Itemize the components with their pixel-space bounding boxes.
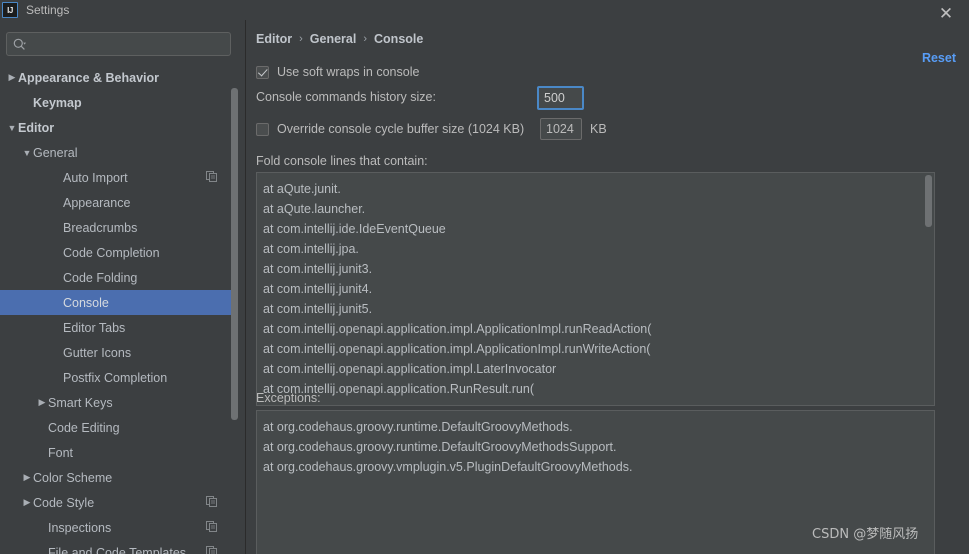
sidebar-item-label: Gutter Icons <box>63 345 132 360</box>
breadcrumb-item-editor[interactable]: Editor <box>256 32 292 46</box>
sidebar-item-label: Code Style <box>33 495 95 510</box>
window-title: Settings <box>26 3 70 17</box>
sidebar-item-color-scheme[interactable]: ▶ Color Scheme <box>0 465 245 490</box>
fold-list-items: at aQute.junit. at aQute.launcher. at com.… <box>257 173 934 405</box>
sidebar-item-label: Inspections <box>48 520 112 535</box>
breadcrumb-separator-icon: › <box>363 33 368 45</box>
settings-sidebar: ▶Appearance & Behavior▶Keymap▼Editor▼Gen… <box>0 20 245 554</box>
sidebar-item-code-editing[interactable]: ▶Code Editing <box>0 415 245 440</box>
chevron-right-icon[interactable]: ▶ <box>36 397 48 409</box>
breadcrumb-separator-icon: › <box>299 33 303 45</box>
sidebar-item-console[interactable]: ▶Console <box>0 290 238 315</box>
sidebar-item-label: Auto Import <box>63 170 128 185</box>
sidebar-item-label: Font <box>48 445 74 460</box>
chevron-down-icon[interactable]: ▼ <box>21 147 33 159</box>
search-input[interactable] <box>31 34 230 54</box>
sidebar-item-gutter-icons[interactable]: ▶Gutter Icons <box>0 340 245 365</box>
list-item[interactable]: at aQute.launcher. <box>263 199 934 219</box>
chevron-down-icon[interactable]: ▼ <box>6 122 18 134</box>
sidebar-item-appearance-behavior[interactable]: ▶ Appearance & Behavior <box>0 65 245 90</box>
sidebar-item-label: Appearance & Behavior <box>18 70 160 85</box>
sidebar-item-label: Appearance <box>63 195 131 210</box>
sidebar-item-keymap[interactable]: ▶Keymap <box>0 90 245 115</box>
copy-settings-icon[interactable] <box>206 170 217 185</box>
use-soft-wraps-checkbox[interactable] <box>256 65 269 79</box>
sidebar-item-label: Breadcrumbs <box>63 220 138 235</box>
chevron-right-icon[interactable]: ▶ <box>6 72 18 84</box>
settings-main-panel: Editor › General › Console Reset Use sof… <box>246 20 969 554</box>
title-bar: IJ Settings <box>0 0 969 20</box>
list-item[interactable]: at org.codehaus.groovy.runtime.DefaultGr… <box>263 417 934 437</box>
sidebar-item-editor-tabs[interactable]: ▶Editor Tabs <box>0 315 245 340</box>
buffer-unit-label: KB <box>590 122 607 136</box>
list-item[interactable]: at com.intellij.junit5. <box>263 299 934 319</box>
sidebar-item-label: Color Scheme <box>33 470 113 485</box>
sidebar-item-label: Postfix Completion <box>63 370 168 385</box>
chevron-right-icon[interactable]: ▶ <box>21 472 33 484</box>
fold-console-lines-list[interactable]: at aQute.junit. at aQute.launcher. at com.… <box>256 172 935 406</box>
sidebar-item-label: File and Code Templates <box>48 545 187 554</box>
sidebar-item-breadcrumbs[interactable]: ▶Breadcrumbs <box>0 215 245 240</box>
use-soft-wraps-label: Use soft wraps in console <box>277 65 420 79</box>
fold-console-lines-label: Fold console lines that contain: <box>256 154 428 168</box>
intellij-idea-logo-icon: IJ <box>2 2 18 18</box>
list-item[interactable]: at com.intellij.openapi.application.impl… <box>263 339 934 359</box>
copy-settings-icon[interactable] <box>206 495 217 510</box>
sidebar-item-auto-import[interactable]: ▶Auto Import <box>0 165 245 190</box>
sidebar-item-smart-keys[interactable]: ▶ Smart Keys <box>0 390 245 415</box>
sidebar-item-general[interactable]: ▼ General <box>0 140 245 165</box>
list-item[interactable]: at com.intellij.ide.IdeEventQueue <box>263 219 934 239</box>
sidebar-item-label: Editor Tabs <box>63 320 126 335</box>
sidebar-item-appearance[interactable]: ▶Appearance <box>0 190 245 215</box>
breadcrumb-item-console[interactable]: Console <box>374 32 423 46</box>
sidebar-item-code-completion[interactable]: ▶Code Completion <box>0 240 245 265</box>
sidebar-item-file-and-code-templates[interactable]: ▶File and Code Templates <box>0 540 245 554</box>
sidebar-item-inspections[interactable]: ▶Inspections <box>0 515 245 540</box>
sidebar-item-label: General <box>33 145 78 160</box>
list-item[interactable]: at com.intellij.openapi.application.impl… <box>263 319 934 339</box>
use-soft-wraps-row[interactable]: Use soft wraps in console <box>256 65 419 79</box>
exceptions-list[interactable]: at org.codehaus.groovy.runtime.DefaultGr… <box>256 410 935 554</box>
list-item[interactable]: at com.intellij.openapi.application.impl… <box>263 359 934 379</box>
copy-settings-icon[interactable] <box>206 545 217 554</box>
reset-link[interactable]: Reset <box>922 51 956 65</box>
console-history-size-input[interactable] <box>537 86 584 110</box>
list-item[interactable]: at org.codehaus.groovy.runtime.DefaultGr… <box>263 437 934 457</box>
sidebar-item-label: Code Folding <box>63 270 138 285</box>
sidebar-item-label: Code Completion <box>63 245 160 260</box>
sidebar-item-label: Smart Keys <box>48 395 113 410</box>
override-buffer-checkbox[interactable] <box>256 122 269 136</box>
sidebar-item-font[interactable]: ▶Font <box>0 440 245 465</box>
sidebar-item-code-style[interactable]: ▶ Code Style <box>0 490 245 515</box>
list-item[interactable]: at com.intellij.jpa. <box>263 239 934 259</box>
breadcrumb-item-general[interactable]: General <box>310 32 357 46</box>
sidebar-item-postfix-completion[interactable]: ▶Postfix Completion <box>0 365 245 390</box>
sidebar-item-label: Code Editing <box>48 420 120 435</box>
override-buffer-input[interactable] <box>540 118 582 140</box>
list-item[interactable]: at com.intellij.junit3. <box>263 259 934 279</box>
search-box[interactable] <box>6 32 231 56</box>
breadcrumb: Editor › General › Console <box>256 32 423 46</box>
list-item[interactable]: at aQute.junit. <box>263 179 934 199</box>
sidebar-item-label: Editor <box>18 120 55 135</box>
sidebar-item-code-folding[interactable]: ▶Code Folding <box>0 265 245 290</box>
list-item[interactable]: at com.intellij.junit4. <box>263 279 934 299</box>
exceptions-label: Exceptions: <box>256 391 321 405</box>
list-item[interactable]: at com.intellij.openapi.application.RunR… <box>263 379 934 399</box>
override-buffer-row[interactable]: Override console cycle buffer size (1024… <box>256 122 524 136</box>
list-item[interactable]: at org.codehaus.groovy.vmplugin.v5.Plugi… <box>263 457 934 477</box>
sidebar-scrollbar-thumb[interactable] <box>231 88 238 420</box>
sidebar-item-editor[interactable]: ▼ Editor <box>0 115 245 140</box>
sidebar-item-label: Console <box>63 295 109 310</box>
settings-dialog: IJ Settings ✕ ▶Appearance & Behavior▶Key… <box>0 0 969 554</box>
copy-settings-icon[interactable] <box>206 520 217 535</box>
settings-tree: ▶Appearance & Behavior▶Keymap▼Editor▼Gen… <box>0 65 245 554</box>
sidebar-item-label: Keymap <box>33 95 82 110</box>
chevron-right-icon[interactable]: ▶ <box>21 497 33 509</box>
override-buffer-label: Override console cycle buffer size (1024… <box>277 122 525 136</box>
console-history-size-label: Console commands history size: <box>256 90 436 104</box>
fold-list-scrollbar-thumb[interactable] <box>925 175 932 227</box>
search-icon <box>7 33 31 55</box>
exceptions-list-items: at org.codehaus.groovy.runtime.DefaultGr… <box>257 411 934 554</box>
